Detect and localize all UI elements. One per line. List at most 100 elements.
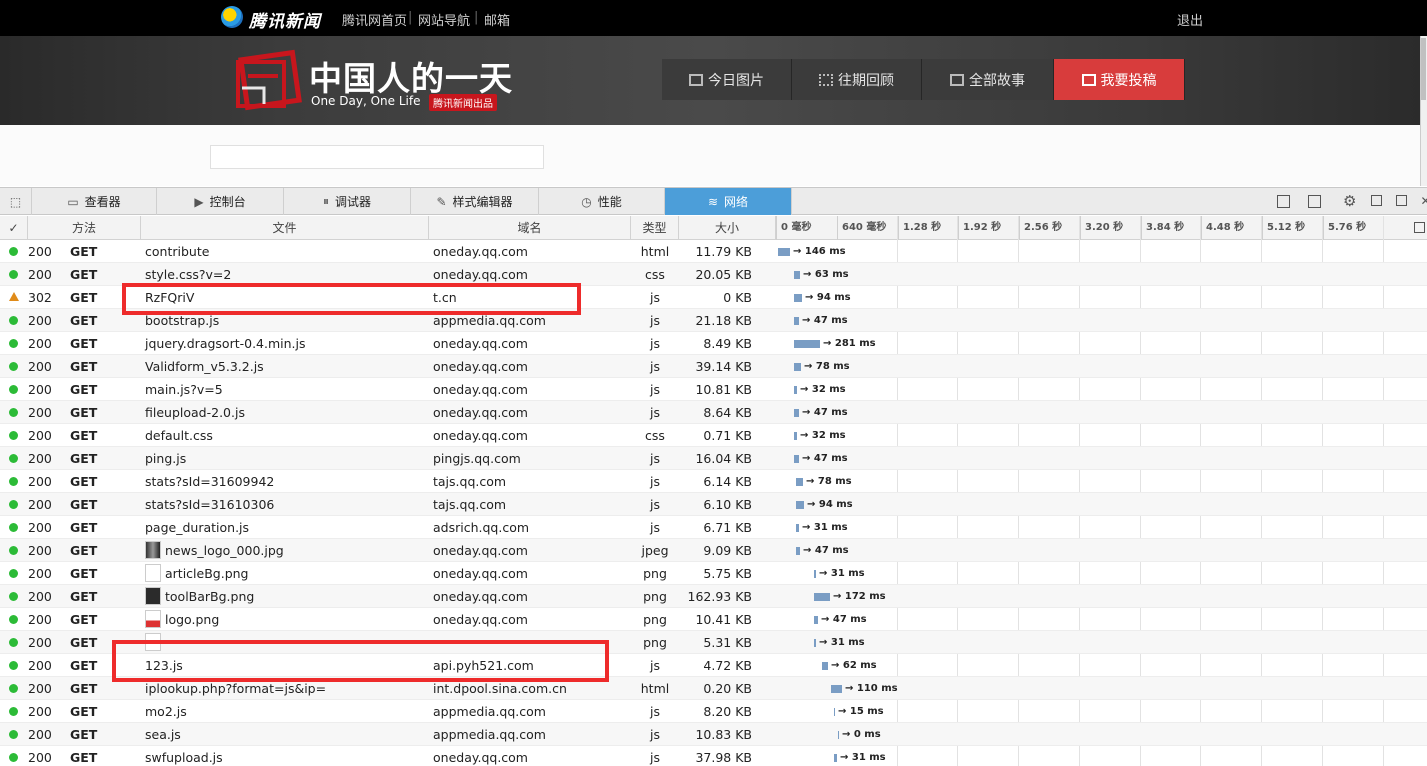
tab-debugger[interactable]: ⏸ 调试器 bbox=[284, 188, 411, 215]
separator: | bbox=[474, 10, 479, 25]
request-size: 37.98 KB bbox=[695, 750, 752, 765]
page-input-box[interactable] bbox=[210, 145, 544, 169]
timing-bar bbox=[796, 524, 799, 532]
column-header-file[interactable]: 文件 bbox=[141, 216, 429, 240]
request-type: js bbox=[650, 497, 660, 512]
timing-bar bbox=[814, 593, 830, 601]
timing-bar bbox=[794, 455, 799, 463]
status-code: 200 bbox=[28, 543, 52, 558]
nav-link-sitemap[interactable]: 网站导航 bbox=[418, 10, 470, 29]
timeline-tick: 4.48 秒 bbox=[1201, 216, 1244, 240]
highlight-box bbox=[122, 283, 581, 315]
request-size: 0.20 KB bbox=[703, 681, 752, 696]
gear-icon[interactable]: ⚙ bbox=[1343, 194, 1356, 209]
calendar-icon bbox=[689, 73, 703, 86]
request-method: GET bbox=[70, 658, 98, 673]
table-row[interactable]: 200 GET fileupload-2.0.js oneday.qq.com js 8.… bbox=[0, 401, 1427, 424]
table-row[interactable]: 200 GET contribute oneday.qq.com html 11.79 K… bbox=[0, 240, 1427, 263]
detach-window-icon[interactable] bbox=[1396, 195, 1407, 206]
nav-submit[interactable]: 我要投稿 bbox=[1054, 59, 1185, 100]
request-size: 6.10 KB bbox=[703, 497, 752, 512]
table-row[interactable]: 200 GET page_duration.js adsrich.qq.com js 6.… bbox=[0, 516, 1427, 539]
network-table-header: ✓ 方法 文件 域名 类型 大小 0 毫秒 640 毫秒 1.28 秒 1.92… bbox=[0, 216, 1427, 240]
tab-style-editor[interactable]: ✎ 样式编辑器 bbox=[411, 188, 539, 215]
request-size: 0.71 KB bbox=[703, 428, 752, 443]
request-size: 8.49 KB bbox=[703, 336, 752, 351]
timing-label: → 62 ms bbox=[831, 660, 877, 671]
site-brand[interactable]: 腾讯新闻 bbox=[249, 7, 321, 32]
column-header-method[interactable]: 方法 bbox=[28, 216, 141, 240]
logout-link[interactable]: 退出 bbox=[1177, 10, 1203, 29]
tab-performance[interactable]: ◷ 性能 bbox=[539, 188, 665, 215]
table-row[interactable]: 200 GET articleBg.png oneday.qq.com png 5.75 … bbox=[0, 562, 1427, 585]
nav-past-review[interactable]: 往期回顾 bbox=[792, 59, 922, 100]
request-method: GET bbox=[70, 474, 98, 489]
request-method: GET bbox=[70, 313, 98, 328]
request-method: GET bbox=[70, 336, 98, 351]
responsive-mode-icon[interactable] bbox=[1308, 195, 1321, 208]
request-file: fileupload-2.0.js bbox=[145, 405, 245, 420]
table-row[interactable]: 200 GET logo.png oneday.qq.com png 10.41 KB → … bbox=[0, 608, 1427, 631]
request-size: 162.93 KB bbox=[687, 589, 752, 604]
nav-link-mail[interactable]: 邮箱 bbox=[484, 10, 510, 29]
request-size: 10.81 KB bbox=[695, 382, 752, 397]
column-header-type[interactable]: 类型 bbox=[631, 216, 679, 240]
grid-icon bbox=[819, 73, 833, 86]
table-row[interactable]: 200 GET news_logo_000.jpg oneday.qq.com jpeg… bbox=[0, 539, 1427, 562]
table-row[interactable]: 200 GET main.js?v=5 oneday.qq.com js 10.81 KB… bbox=[0, 378, 1427, 401]
tab-console[interactable]: ▶ 控制台 bbox=[157, 188, 284, 215]
request-domain: oneday.qq.com bbox=[433, 543, 528, 558]
request-type: js bbox=[650, 474, 660, 489]
table-row[interactable]: 200 GET stats?sId=31609942 tajs.qq.com js 6.1… bbox=[0, 470, 1427, 493]
table-row[interactable]: 200 GET default.css oneday.qq.com css 0.71 KB… bbox=[0, 424, 1427, 447]
status-code: 200 bbox=[28, 382, 52, 397]
ok-status-icon bbox=[9, 523, 18, 532]
request-domain: oneday.qq.com bbox=[433, 750, 528, 765]
request-domain: oneday.qq.com bbox=[433, 382, 528, 397]
table-row[interactable]: 200 GET mo2.js appmedia.qq.com js 8.20 KB → 15… bbox=[0, 700, 1427, 723]
split-console-icon[interactable] bbox=[1277, 195, 1290, 208]
nav-link-home[interactable]: 腾讯网首页 bbox=[342, 10, 407, 29]
pencil-icon: ✎ bbox=[436, 194, 447, 209]
table-row[interactable]: 200 GET Validform_v5.3.2.js oneday.qq.com js… bbox=[0, 355, 1427, 378]
table-row[interactable]: 200 GET swfupload.js oneday.qq.com js 37.98 K… bbox=[0, 746, 1427, 766]
element-picker-button[interactable]: ⬚ bbox=[0, 188, 32, 215]
request-size: 6.71 KB bbox=[703, 520, 752, 535]
ok-status-icon bbox=[9, 339, 18, 348]
nav-all-stories[interactable]: 全部故事 bbox=[922, 59, 1054, 100]
devtools-toolbar: ⬚ ▭ 查看器 ▶ 控制台 ⏸ 调试器 ✎ 样式编辑器 ◷ 性能 ≋ 网络 ⚙ ✕ bbox=[0, 187, 1427, 215]
timing-label: → 47 ms bbox=[821, 614, 867, 625]
dock-side-icon[interactable] bbox=[1371, 195, 1382, 206]
timeline-tick: 3.20 秒 bbox=[1080, 216, 1123, 240]
request-domain: tajs.qq.com bbox=[433, 497, 507, 512]
column-header-status[interactable]: ✓ bbox=[0, 216, 28, 240]
request-type: jpeg bbox=[641, 543, 669, 558]
table-row[interactable]: 200 GET ping.js pingjs.qq.com js 16.04 KB → 47… bbox=[0, 447, 1427, 470]
table-row[interactable]: 200 GET toolBarBg.png oneday.qq.com png 162.9… bbox=[0, 585, 1427, 608]
image-icon bbox=[1081, 73, 1096, 86]
timing-bar bbox=[796, 478, 803, 486]
column-header-size[interactable]: 大小 bbox=[679, 216, 776, 240]
tab-network[interactable]: ≋ 网络 bbox=[665, 188, 792, 215]
page-scrollbar-thumb[interactable] bbox=[1421, 38, 1426, 100]
request-type: png bbox=[643, 589, 667, 604]
request-domain: oneday.qq.com bbox=[433, 612, 528, 627]
request-method: GET bbox=[70, 405, 98, 420]
timing-label: → 63 ms bbox=[803, 269, 849, 280]
nav-today-photos[interactable]: 今日图片 bbox=[662, 59, 792, 100]
tab-inspector[interactable]: ▭ 查看器 bbox=[32, 188, 157, 215]
tencent-logo-icon[interactable] bbox=[221, 6, 243, 28]
table-row[interactable]: 200 GET jquery.dragsort-0.4.min.js oneday.q… bbox=[0, 332, 1427, 355]
table-row[interactable]: 200 GET sea.js appmedia.qq.com js 10.83 KB → 0… bbox=[0, 723, 1427, 746]
table-row[interactable]: 200 GET stats?sId=31610306 tajs.qq.com js 6.1… bbox=[0, 493, 1427, 516]
close-icon[interactable]: ✕ bbox=[1419, 195, 1427, 208]
oneday-logo-icon[interactable] bbox=[234, 48, 302, 112]
request-size: 20.05 KB bbox=[695, 267, 752, 282]
collapse-panel-icon[interactable] bbox=[1414, 222, 1425, 233]
request-method: GET bbox=[70, 566, 98, 581]
site-topbar: 腾讯新闻 腾讯网首页 | 网站导航 | 邮箱 退出 bbox=[0, 0, 1427, 36]
request-file: stats?sId=31609942 bbox=[145, 474, 275, 489]
column-header-domain[interactable]: 域名 bbox=[429, 216, 631, 240]
request-type: js bbox=[650, 405, 660, 420]
request-method: GET bbox=[70, 497, 98, 512]
